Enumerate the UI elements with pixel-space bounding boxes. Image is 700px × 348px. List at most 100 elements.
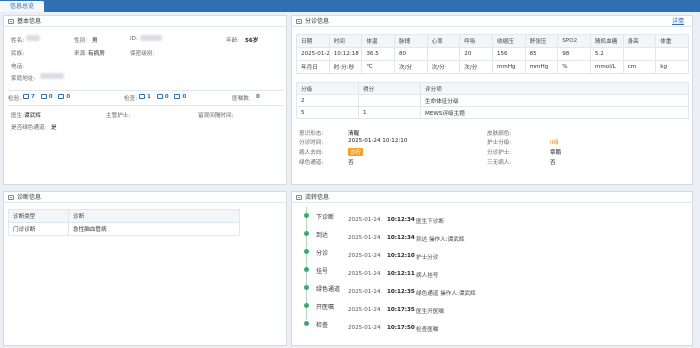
vitals-cell: 36.5	[361, 47, 395, 61]
vitals-header: 心率	[426, 34, 461, 48]
consciousness-label: 意识形态:	[299, 131, 324, 137]
orders-stats-label: 医嘱数:	[232, 96, 251, 102]
basic-info-panel: 基本信息 姓名: 性别: 男 ID: 年龄: 56岁 民族: 来源: 有病房 保…	[3, 15, 287, 185]
lab-item-icon	[58, 94, 65, 99]
timeline-dot-icon	[304, 249, 309, 254]
timeline-dot-icon	[304, 213, 309, 218]
vitals-header: 呼吸	[459, 34, 493, 48]
vitals-header-row: 日期 时间 体温 脉搏 心率 呼吸 收缩压 舒张压 SPO2 随机血糖 身高 体…	[296, 34, 689, 48]
unit-cell: mmHg	[524, 60, 559, 74]
diagnosis-col-header: 诊断类型	[8, 209, 69, 223]
three-none-value: 否	[550, 160, 556, 166]
info-card-icon	[8, 19, 14, 24]
tab-bar: 信息总览	[0, 0, 700, 12]
patient-to-label: 病人去向:	[299, 150, 324, 156]
timeline-time: 10:12:34	[387, 235, 415, 241]
vitals-header: SPO2	[557, 34, 591, 48]
vitals-header: 日期	[296, 34, 330, 48]
timeline-time: 10:12:10	[387, 253, 415, 259]
vitals-cell: 156	[491, 47, 526, 61]
lab-stats[interactable]: 7 0 0	[23, 94, 70, 100]
exam-item-icon	[174, 94, 181, 99]
score-header: 分级	[296, 82, 359, 95]
doctor-value: 谭武辉	[24, 113, 41, 119]
unit-cell: ℃	[361, 60, 395, 74]
info-card-icon	[296, 195, 302, 200]
unit-cell: mmol/L	[589, 60, 624, 74]
score-cell: 2	[296, 94, 359, 107]
triage-title: 分诊信息	[305, 18, 330, 25]
timeline-date: 2025-01-24	[348, 235, 381, 241]
triage-nurse-label: 分诊护士:	[487, 150, 512, 156]
timeline-event: 开医嘱	[316, 304, 335, 311]
consciousness-value: 清醒	[348, 131, 360, 137]
vitals-cell: 20	[459, 47, 493, 61]
timeline-time: 10:17:35	[387, 307, 415, 313]
doctor-label: 医生:	[11, 113, 25, 119]
triage-header: 分诊信息 详情	[292, 16, 692, 27]
timeline-time: 10:17:50	[387, 325, 415, 331]
source-label: 来源:	[74, 51, 88, 57]
skin-color-label: 皮肤颜色:	[487, 131, 512, 137]
score-cell: MEWS评级主题	[420, 106, 689, 119]
reception-interval-label: 留观间隔时间:	[198, 113, 234, 119]
vitals-header: 脉搏	[393, 34, 428, 48]
timeline-date: 2025-01-24	[348, 217, 381, 223]
name-value-redacted	[26, 35, 40, 42]
vitals-cell: 98	[557, 47, 591, 61]
timeline-time: 10:12:11	[387, 271, 415, 277]
vitals-cell	[426, 47, 461, 61]
tab-overview[interactable]: 信息总览	[0, 1, 44, 12]
nurse-level-label: 护士分级:	[487, 140, 512, 146]
gender-value: 男	[92, 38, 98, 44]
gender-label: 性别:	[74, 38, 88, 44]
flow-panel: 流转信息 下诊断 2025-01-24 10:12:34 医生下诊断 到达 20…	[291, 191, 693, 346]
score-cell: 5	[296, 106, 359, 119]
insurance-label: 保密级别:	[130, 51, 155, 57]
timeline-dot-icon	[304, 231, 309, 236]
score-table: 分级 得分 评分项 2 生命体征分级 5 1 MEWS评级主题	[296, 82, 689, 119]
exam-stats[interactable]: 1 0 0	[139, 94, 186, 100]
timeline-date: 2025-01-24	[348, 289, 381, 295]
timeline-date: 2025-01-24	[348, 253, 381, 259]
diagnosis-title: 诊断信息	[17, 194, 42, 201]
score-cell	[358, 94, 421, 107]
vitals-cell: 85	[524, 47, 559, 61]
three-none-label: 三无病人:	[487, 160, 512, 166]
unit-cell: 次/分	[459, 60, 493, 74]
triage-panel: 分诊信息 详情 日期 时间 体温 脉搏 心率 呼吸 收缩压 舒张压 SPO2 随…	[291, 15, 693, 185]
score-row: 5 1 MEWS评级主题	[296, 106, 689, 119]
triage-detail-link[interactable]: 详情	[672, 16, 684, 27]
diagnosis-type-cell: 门诊诊断	[8, 222, 69, 236]
address-label: 家庭地址:	[11, 76, 36, 82]
timeline-desc: 护士分诊	[416, 255, 439, 261]
vitals-header: 舒张压	[524, 34, 559, 48]
basic-info-title: 基本信息	[17, 18, 42, 25]
nurse-level-value: II级	[550, 140, 559, 146]
patient-to-badge: 诊疗	[348, 148, 364, 156]
unit-cell: mmHg	[491, 60, 526, 74]
lab-item-icon	[40, 94, 47, 99]
vitals-header: 收缩压	[491, 34, 526, 48]
vitals-cell: 2025-01-24	[296, 47, 330, 61]
exam-item-icon	[139, 94, 145, 99]
timeline-desc: 检查医嘱	[416, 327, 439, 333]
vitals-cell: 5.2	[589, 47, 624, 61]
triage-time-label: 分诊时间:	[299, 140, 324, 146]
score-row: 2 生命体征分级	[296, 94, 689, 107]
unit-cell: %	[557, 60, 591, 74]
timeline-dot-icon	[304, 303, 309, 308]
vitals-header: 时间	[328, 34, 363, 48]
unit-cell: 次/分	[426, 60, 461, 74]
green-channel-value: 是	[51, 125, 57, 131]
source-value: 有病房	[88, 51, 105, 57]
nurse-label: 主管护士:	[106, 113, 131, 119]
unit-cell: 年月日	[296, 60, 330, 74]
timeline-time: 10:12:35	[387, 289, 415, 295]
orders-count[interactable]: 0	[256, 94, 260, 100]
vitals-cell	[655, 47, 689, 61]
timeline-event: 绿色通道	[316, 286, 341, 293]
timeline-event: 到达	[316, 232, 329, 239]
vitals-header: 体重	[655, 34, 689, 48]
timeline-event: 下诊断	[316, 214, 335, 221]
